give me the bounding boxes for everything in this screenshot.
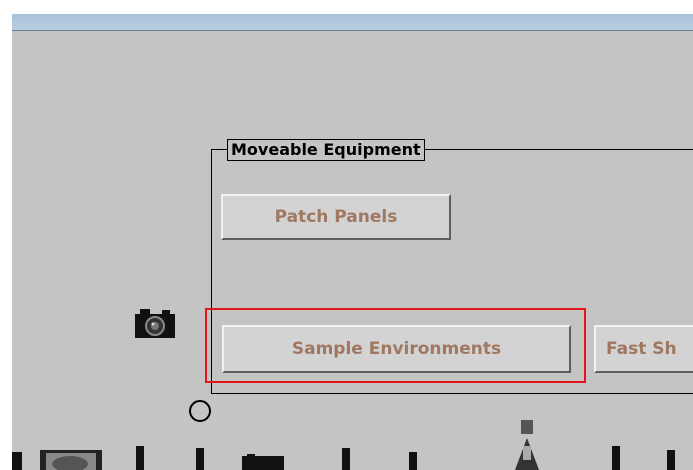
sample-environments-button[interactable]: Sample Environments (222, 325, 571, 373)
camera-icon[interactable] (131, 304, 179, 340)
group-title: Moveable Equipment (227, 139, 425, 161)
fast-shutter-button[interactable]: Fast Sh (594, 325, 693, 373)
patch-panels-button[interactable]: Patch Panels (221, 194, 451, 240)
window-top-bar (12, 14, 693, 31)
beamline-component-strip (12, 420, 675, 470)
circle-icon[interactable] (189, 400, 211, 422)
synoptic-panel: Moveable Equipment Patch Panels Sample E… (12, 14, 693, 470)
